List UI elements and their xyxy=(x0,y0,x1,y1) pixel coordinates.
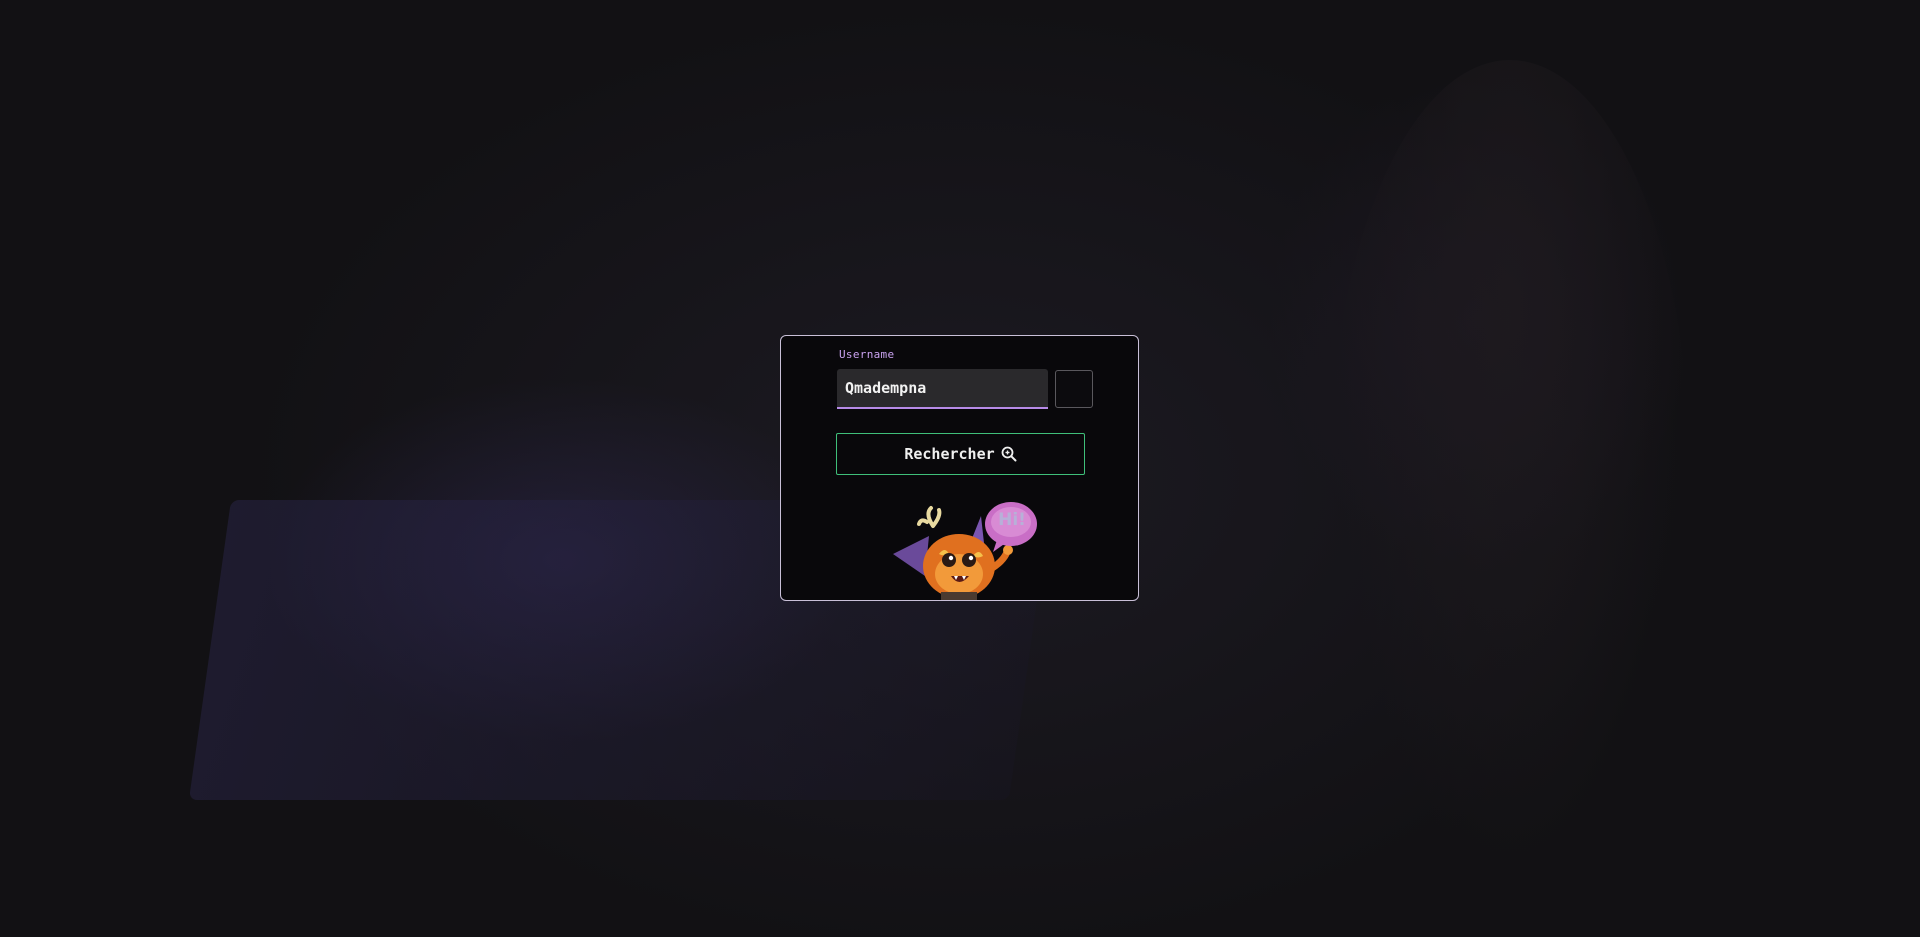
search-icon xyxy=(1001,446,1017,462)
search-button-label: Rechercher xyxy=(904,445,995,463)
mascot-bubble-text: Hi! xyxy=(998,510,1026,530)
search-card: Username Rechercher xyxy=(780,335,1139,601)
username-label: Username xyxy=(839,348,895,361)
mascot-illustration: Hi! xyxy=(881,496,1041,600)
search-button[interactable]: Rechercher xyxy=(836,433,1085,475)
username-input[interactable] xyxy=(837,369,1048,409)
secondary-square-button[interactable] xyxy=(1055,370,1093,408)
background-figure-shape xyxy=(1330,60,1690,880)
